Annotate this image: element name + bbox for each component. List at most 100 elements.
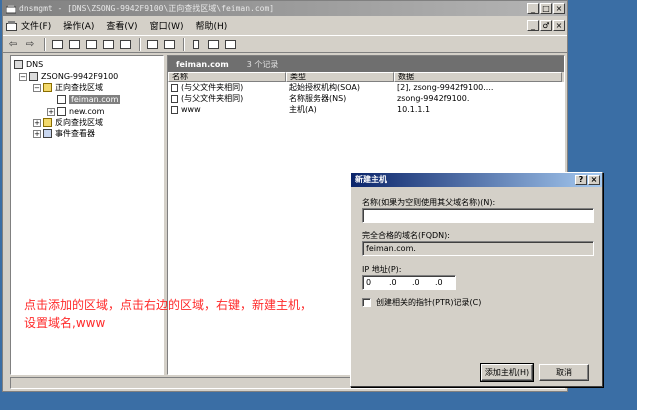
fqdn-label: 完全合格的域名(FQDN): <box>362 231 450 240</box>
tutorial-annotation: 点击添加的区域，点击右边的区域，右键，新建主机， 设置域名,www <box>24 296 364 332</box>
record-icon <box>171 83 178 92</box>
help-icon[interactable] <box>145 38 159 50</box>
ip-address-input[interactable]: 0 .0 .0 .0 <box>362 275 456 290</box>
toolbar: ⇦ ⇨ <box>3 35 567 53</box>
ip-octet-2[interactable]: .0 <box>386 276 409 289</box>
fqdn-field: feiman.com. <box>362 241 594 256</box>
expand-icon[interactable]: + <box>33 118 41 127</box>
export-icon[interactable] <box>118 38 132 50</box>
event-viewer-icon <box>43 129 52 138</box>
console-menu-icon[interactable] <box>5 20 17 32</box>
maximize-button[interactable]: □ <box>540 3 552 14</box>
tree-item-reverse-zones[interactable]: + 反向查找区域 <box>33 117 103 128</box>
toolbar-separator <box>139 37 141 51</box>
ip-address-label: IP 地址(P): <box>362 265 402 274</box>
cell-name: www <box>181 105 201 114</box>
tree-item-zone-new[interactable]: + new.com <box>47 106 104 117</box>
expand-icon[interactable]: + <box>33 129 41 138</box>
dialog-title: 新建主机 <box>355 175 387 184</box>
table-row[interactable]: (与父文件夹相同) 起始授权机构(SOA) [2], zsong-9942f91… <box>168 82 564 93</box>
properties-icon[interactable] <box>84 38 98 50</box>
dialog-help-button[interactable]: ? <box>575 175 587 185</box>
checkbox-box[interactable] <box>362 298 371 307</box>
menu-window[interactable]: 窗口(W) <box>150 19 184 32</box>
pane-title: feiman.com <box>176 59 229 69</box>
column-header-data[interactable]: 数据 <box>394 72 562 82</box>
cell-data: zsong-9942f9100. <box>397 94 470 103</box>
tree-label-dns: DNS <box>26 60 44 69</box>
menubar: 文件(F) 操作(A) 查看(V) 窗口(W) 帮助(H) _ ♂ × <box>3 17 567 34</box>
record-icon <box>171 105 178 114</box>
folder-icon <box>43 83 52 92</box>
annotation-line-2: 设置域名,www <box>24 316 106 330</box>
mdi-restore-button[interactable]: ♂ <box>540 20 552 31</box>
collapse-icon[interactable]: − <box>19 72 27 81</box>
tree-item-forward-zones[interactable]: − 正向查找区域 <box>33 82 103 93</box>
tree-label-zone-feiman: feiman.com <box>69 95 121 104</box>
close-button[interactable]: × <box>553 3 565 14</box>
tree-item-server[interactable]: − ZSONG-9942F9100 <box>19 71 118 82</box>
tree-item-event-viewer[interactable]: + 事件查看器 <box>33 128 95 139</box>
tree-label-forward-zones: 正向查找区域 <box>55 83 103 92</box>
zone-icon <box>57 95 66 104</box>
cell-type: 主机(A) <box>289 105 317 114</box>
server-icon[interactable] <box>189 38 203 50</box>
cell-type: 起始授权机构(SOA) <box>289 83 360 92</box>
console-icon[interactable] <box>162 38 176 50</box>
column-header-type[interactable]: 类型 <box>286 72 394 82</box>
mdi-minimize-button[interactable]: _ <box>527 20 539 31</box>
up-icon[interactable] <box>50 38 64 50</box>
cell-data: 10.1.1.1 <box>397 105 431 114</box>
new-host-dialog: 新建主机 ? × 名称(如果为空则使用其父域名称)(N): 完全合格的域名(FQ… <box>350 172 603 387</box>
tree-item-dns[interactable]: DNS <box>14 59 43 70</box>
annotation-line-1: 点击添加的区域，点击右边的区域，右键，新建主机， <box>24 298 313 312</box>
cancel-button[interactable]: 取消 <box>539 364 589 381</box>
record-icon <box>171 94 178 103</box>
dialog-titlebar[interactable]: 新建主机 ? × <box>351 173 602 187</box>
folder-icon <box>43 118 52 127</box>
tree-item-zone-feiman[interactable]: feiman.com <box>57 94 121 105</box>
record-icon[interactable] <box>223 38 237 50</box>
table-row[interactable]: www 主机(A) 10.1.1.1 <box>168 104 564 115</box>
collapse-icon[interactable]: − <box>33 83 41 92</box>
table-row[interactable]: (与父文件夹相同) 名称服务器(NS) zsong-9942f9100. <box>168 93 564 104</box>
name-input[interactable] <box>362 208 594 223</box>
menu-view[interactable]: 查看(V) <box>106 19 137 32</box>
record-count: 3 个记录 <box>246 59 279 69</box>
ip-octet-3[interactable]: .0 <box>409 276 432 289</box>
expand-icon[interactable]: + <box>47 107 55 116</box>
refresh-icon[interactable] <box>101 38 115 50</box>
mdi-close-button[interactable]: × <box>553 20 565 31</box>
window-titlebar[interactable]: dnsmgmt - [DNS\ZSONG-9942F9100\正向查找区域\fe… <box>3 1 567 16</box>
tree-label-zone-new: new.com <box>69 107 105 116</box>
forward-icon[interactable]: ⇨ <box>23 38 37 50</box>
cell-name: (与父文件夹相同) <box>181 94 244 103</box>
minimize-button[interactable]: _ <box>527 3 539 14</box>
ip-octet-4[interactable]: .0 <box>432 276 455 289</box>
ip-octet-1[interactable]: 0 <box>363 276 386 289</box>
cell-name: (与父文件夹相同) <box>181 83 244 92</box>
toolbar-separator <box>44 37 46 51</box>
menu-help[interactable]: 帮助(H) <box>196 19 228 32</box>
zone-icon[interactable] <box>206 38 220 50</box>
dns-app-icon <box>5 4 17 14</box>
menu-action[interactable]: 操作(A) <box>63 19 94 32</box>
back-icon[interactable]: ⇦ <box>6 38 20 50</box>
add-host-button[interactable]: 添加主机(H) <box>480 363 534 382</box>
dialog-close-button[interactable]: × <box>588 175 600 185</box>
tree-label-server: ZSONG-9942F9100 <box>41 72 119 81</box>
dns-icon <box>14 60 23 69</box>
column-header-name[interactable]: 名称 <box>168 72 286 82</box>
name-label: 名称(如果为空则使用其父域名称)(N): <box>362 198 496 207</box>
tree-label-event-viewer: 事件查看器 <box>55 129 95 138</box>
pane-header: feiman.com 3 个记录 <box>168 56 564 72</box>
window-title: dnsmgmt - [DNS\ZSONG-9942F9100\正向查找区域\fe… <box>19 4 275 13</box>
zone-icon <box>57 107 66 116</box>
cell-data: [2], zsong-9942f9100.... <box>397 83 494 92</box>
create-ptr-label: 创建相关的指针(PTR)记录(C) <box>376 298 482 307</box>
menu-file[interactable]: 文件(F) <box>21 19 51 32</box>
column-headers: 名称 类型 数据 <box>168 72 564 82</box>
create-ptr-checkbox[interactable]: 创建相关的指针(PTR)记录(C) <box>362 297 481 308</box>
show-tree-icon[interactable] <box>67 38 81 50</box>
server-icon <box>29 72 38 81</box>
